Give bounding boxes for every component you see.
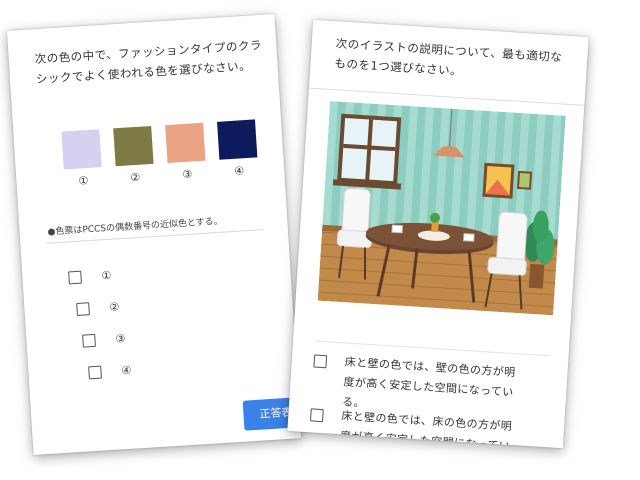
option-label: ③	[115, 332, 126, 346]
dining-room-image	[317, 100, 566, 316]
checkbox[interactable]	[82, 333, 96, 348]
checkbox[interactable]	[309, 408, 324, 423]
checkbox[interactable]	[88, 365, 102, 380]
color-chip	[217, 119, 258, 160]
color-chip	[61, 129, 102, 170]
option-line	[339, 446, 535, 448]
swatch-number: ①	[78, 174, 89, 188]
option-2[interactable]: ②	[76, 300, 120, 316]
swatch-number: ④	[233, 164, 245, 178]
option-label: ①	[101, 268, 112, 283]
swatch-3: ③	[165, 122, 207, 182]
room-illustration	[317, 100, 566, 316]
swatch-number: ③	[181, 167, 193, 182]
question-card-illustration: 次のイラストの説明について、最も適切な ものを1つ選びなさい。 床と壁の色では、…	[287, 19, 589, 449]
color-chip	[113, 125, 154, 167]
question-card-colors: 次の色の中で、ファッションタイプのクラ シックでよく使われる色を選びなさい。 ①…	[6, 14, 302, 455]
option-label: ②	[109, 300, 120, 314]
question-text: 次の色の中で、ファッションタイプのクラ シックでよく使われる色を選びなさい。	[34, 35, 266, 89]
swatch-1: ①	[61, 129, 103, 188]
swatch-number: ②	[130, 170, 141, 185]
question-text: 次のイラストの説明について、最も適切な ものを1つ選びなさい。	[334, 33, 576, 88]
color-chip	[165, 122, 206, 164]
swatch-2: ②	[113, 125, 155, 185]
checkbox[interactable]	[313, 354, 328, 369]
swatch-4: ④	[217, 119, 259, 178]
color-swatches: ① ② ③ ④	[61, 119, 258, 188]
option-4[interactable]: ④	[88, 364, 132, 380]
checkbox[interactable]	[76, 302, 90, 316]
checkbox[interactable]	[68, 270, 82, 285]
option-label: ④	[121, 363, 132, 378]
option-3[interactable]: ③	[82, 332, 126, 348]
option-1[interactable]: ①	[68, 269, 112, 285]
